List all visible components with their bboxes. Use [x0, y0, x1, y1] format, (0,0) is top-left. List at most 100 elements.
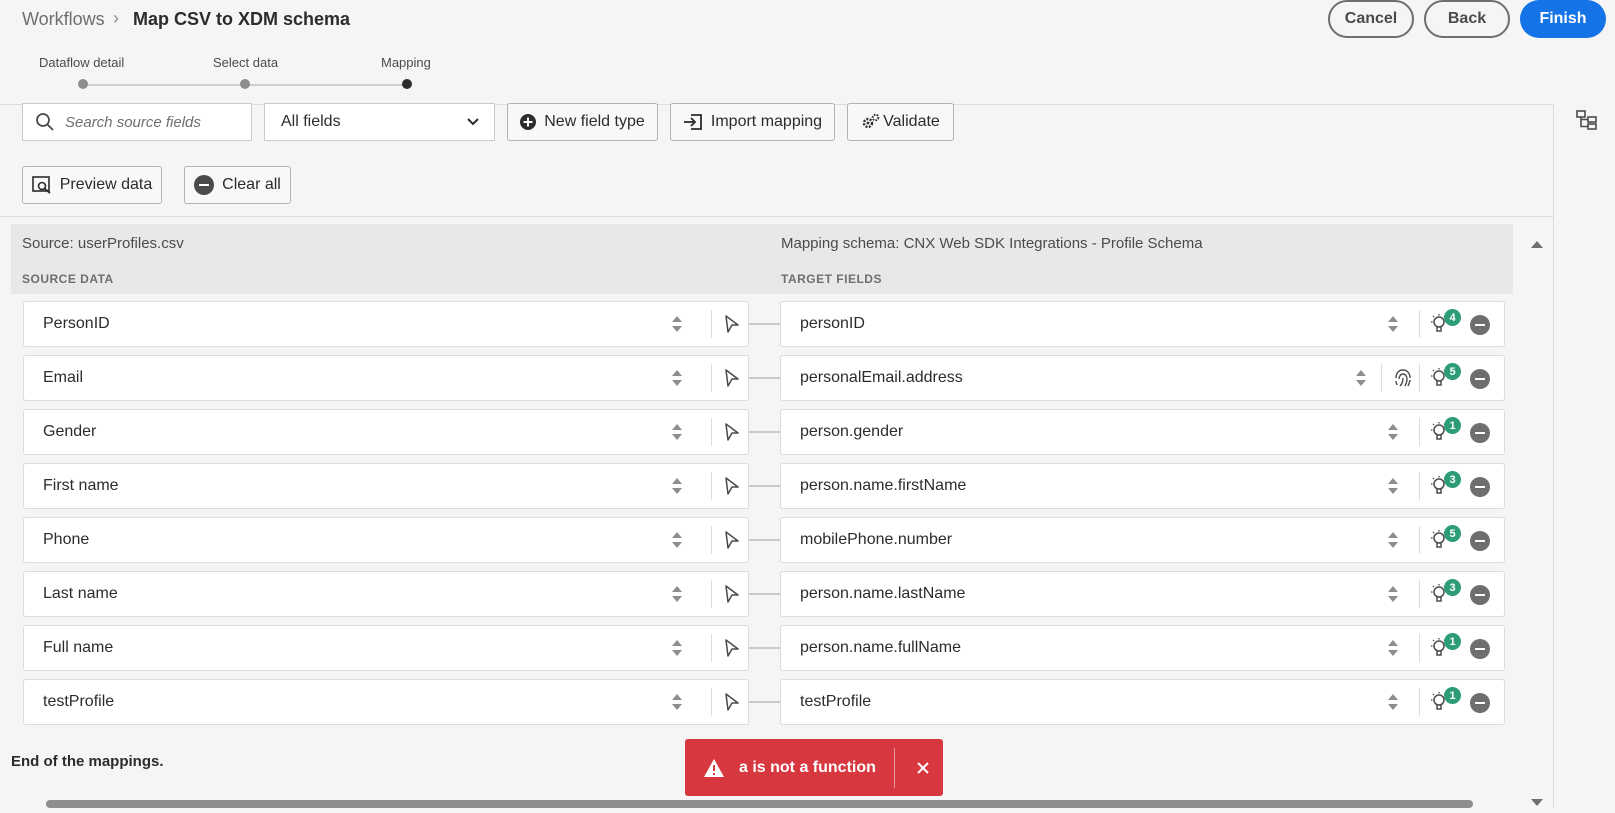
source-field[interactable]: First name — [23, 463, 749, 509]
mapping-connector — [749, 701, 780, 703]
field-filter-dropdown[interactable]: All fields — [264, 103, 495, 141]
horizontal-scrollbar-thumb[interactable] — [46, 800, 1473, 808]
back-button[interactable]: Back — [1424, 0, 1510, 38]
source-field-sort-icon[interactable] — [671, 584, 683, 604]
finish-button[interactable]: Finish — [1520, 0, 1606, 38]
field-separator — [711, 580, 712, 608]
source-field-sort-icon[interactable] — [671, 692, 683, 712]
chevron-down-icon — [466, 117, 480, 127]
breadcrumb-workflows[interactable]: Workflows — [22, 9, 105, 30]
field-separator — [711, 418, 712, 446]
target-field-sort-icon[interactable] — [1387, 692, 1399, 712]
cancel-label: Cancel — [1344, 10, 1398, 27]
import-icon — [683, 113, 703, 131]
step-select-data[interactable]: Select data — [213, 55, 278, 70]
target-field[interactable]: person.name.fullName 1 — [780, 625, 1505, 671]
mapping-connector — [749, 539, 780, 541]
recommendation-count-badge: 5 — [1444, 363, 1461, 380]
field-separator — [711, 310, 712, 338]
source-field-label: Last name — [43, 585, 118, 602]
field-separator — [1381, 364, 1382, 392]
new-field-type-label: New field type — [544, 113, 645, 130]
target-field[interactable]: personID 4 — [780, 301, 1505, 347]
mapping-connector — [749, 593, 780, 595]
import-mapping-button[interactable]: Import mapping — [670, 103, 835, 141]
target-field-label: mobilePhone.number — [800, 531, 953, 548]
select-source-arrow-icon[interactable] — [724, 422, 740, 442]
source-field[interactable]: Email — [23, 355, 749, 401]
close-icon[interactable] — [917, 761, 929, 774]
clear-all-button[interactable]: Clear all — [184, 166, 291, 204]
source-field-sort-icon[interactable] — [671, 530, 683, 550]
target-field[interactable]: person.name.lastName 3 — [780, 571, 1505, 617]
source-field-sort-icon[interactable] — [671, 638, 683, 658]
side-panel-divider — [1553, 104, 1554, 808]
fingerprint-identity-icon[interactable] — [1392, 367, 1414, 389]
source-field[interactable]: Last name — [23, 571, 749, 617]
source-field[interactable]: PersonID — [23, 301, 749, 347]
vertical-scrollbar[interactable] — [1524, 224, 1550, 808]
field-separator — [1419, 472, 1420, 500]
source-field-sort-icon[interactable] — [671, 422, 683, 442]
source-field[interactable]: Phone — [23, 517, 749, 563]
step-dot-dataflow-detail — [78, 79, 88, 89]
source-field-label: Email — [43, 369, 84, 386]
preview-data-label: Preview data — [59, 176, 153, 193]
validate-button[interactable]: Validate — [847, 103, 954, 141]
target-field[interactable]: personalEmail.address 5 — [780, 355, 1505, 401]
target-field-sort-icon[interactable] — [1387, 422, 1399, 442]
remove-mapping-icon[interactable] — [1470, 693, 1490, 713]
select-source-arrow-icon[interactable] — [724, 530, 740, 550]
remove-mapping-icon[interactable] — [1470, 585, 1490, 605]
target-field[interactable]: mobilePhone.number 5 — [780, 517, 1505, 563]
target-field[interactable]: person.gender 1 — [780, 409, 1505, 455]
target-field-sort-icon[interactable] — [1387, 638, 1399, 658]
source-field[interactable]: testProfile — [23, 679, 749, 725]
source-field[interactable]: Gender — [23, 409, 749, 455]
target-field-sort-icon[interactable] — [1387, 476, 1399, 496]
recommendation-count-badge: 1 — [1444, 687, 1461, 704]
field-separator — [711, 634, 712, 662]
toast-divider — [893, 747, 895, 788]
select-source-arrow-icon[interactable] — [724, 314, 740, 334]
select-source-arrow-icon[interactable] — [724, 638, 740, 658]
target-field-sort-icon[interactable] — [1387, 314, 1399, 334]
remove-circle-icon — [194, 175, 215, 195]
back-label: Back — [1447, 10, 1487, 27]
target-field[interactable]: person.name.firstName 3 — [780, 463, 1505, 509]
select-source-arrow-icon[interactable] — [724, 692, 740, 712]
new-field-type-button[interactable]: New field type — [507, 103, 658, 141]
remove-mapping-icon[interactable] — [1470, 423, 1490, 443]
field-separator — [711, 526, 712, 554]
mapping-connector — [749, 323, 780, 325]
remove-mapping-icon[interactable] — [1470, 531, 1490, 551]
select-source-arrow-icon[interactable] — [724, 584, 740, 604]
remove-mapping-icon[interactable] — [1470, 315, 1490, 335]
field-separator — [1419, 580, 1420, 608]
preview-data-button[interactable]: Preview data — [22, 166, 162, 204]
schema-tree-icon[interactable] — [1576, 110, 1598, 130]
search-placeholder: Search source fields — [65, 113, 201, 131]
field-separator — [1419, 310, 1420, 338]
search-input[interactable]: Search source fields — [22, 103, 252, 141]
remove-mapping-icon[interactable] — [1470, 477, 1490, 497]
validate-label: Validate — [883, 113, 940, 130]
add-circle-icon — [520, 114, 537, 130]
select-source-arrow-icon[interactable] — [724, 368, 740, 388]
select-source-arrow-icon[interactable] — [724, 476, 740, 496]
source-field-sort-icon[interactable] — [671, 368, 683, 388]
cancel-button[interactable]: Cancel — [1328, 0, 1414, 38]
source-field-sort-icon[interactable] — [671, 476, 683, 496]
target-field-sort-icon[interactable] — [1387, 584, 1399, 604]
remove-mapping-icon[interactable] — [1470, 639, 1490, 659]
target-field[interactable]: testProfile 1 — [780, 679, 1505, 725]
error-toast: a is not a function — [685, 739, 943, 796]
target-field-sort-icon[interactable] — [1387, 530, 1399, 550]
source-field[interactable]: Full name — [23, 625, 749, 671]
target-field-label: person.name.firstName — [800, 477, 967, 494]
target-field-sort-icon[interactable] — [1355, 368, 1367, 388]
source-field-sort-icon[interactable] — [671, 314, 683, 334]
mapping-connector — [749, 431, 780, 433]
remove-mapping-icon[interactable] — [1470, 369, 1490, 389]
step-dataflow-detail[interactable]: Dataflow detail — [39, 55, 124, 70]
